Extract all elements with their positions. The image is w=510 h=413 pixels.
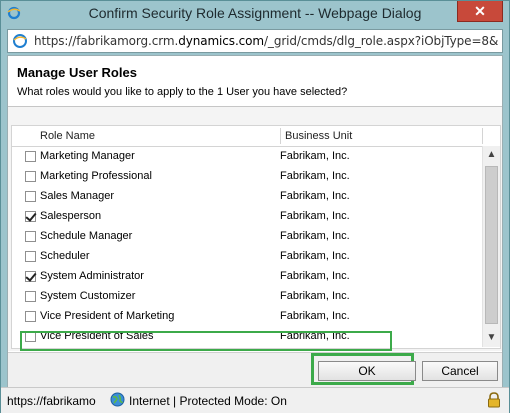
role-checkbox[interactable] — [25, 291, 36, 302]
role-name: Vice President of Marketing — [40, 310, 175, 322]
role-name: Salesperson — [40, 210, 102, 222]
role-checkbox[interactable] — [25, 231, 36, 242]
role-checkbox[interactable] — [25, 271, 36, 282]
dialog-subtitle: What roles would you like to apply to th… — [17, 86, 348, 98]
roles-grid: Role Name Business Unit Marketing Manage… — [11, 125, 501, 351]
highlight-box — [20, 331, 392, 351]
status-url: https://fabrikamo — [7, 394, 96, 408]
table-row[interactable]: Sales Manager Fabrikam, Inc. — [12, 187, 482, 207]
title-bar[interactable]: Confirm Security Role Assignment -- Webp… — [1, 1, 509, 27]
role-checkbox[interactable] — [25, 311, 36, 322]
scroll-thumb[interactable] — [485, 166, 498, 324]
table-row[interactable]: Marketing Manager Fabrikam, Inc. — [12, 147, 482, 167]
role-name: Marketing Manager — [40, 150, 135, 162]
column-divider — [280, 128, 281, 144]
dialog-body: Role Name Business Unit Marketing Manage… — [8, 107, 502, 351]
business-unit: Fabrikam, Inc. — [280, 170, 350, 182]
role-checkbox[interactable] — [25, 171, 36, 182]
business-unit: Fabrikam, Inc. — [280, 190, 350, 202]
address-prefix: https://fabrikamorg.crm. — [34, 34, 179, 48]
status-zone: Internet | Protected Mode: On — [129, 394, 287, 408]
vertical-scrollbar[interactable]: ▲ ▼ — [482, 146, 500, 347]
scroll-up-icon[interactable]: ▲ — [483, 146, 500, 164]
business-unit: Fabrikam, Inc. — [280, 270, 350, 282]
dialog-title: Manage User Roles — [17, 65, 137, 80]
page-icon — [13, 34, 27, 48]
role-checkbox[interactable] — [25, 191, 36, 202]
business-unit: Fabrikam, Inc. — [280, 230, 350, 242]
address-suffix: /_grid/cmds/dlg_role.aspx?iObjType=8&iTo… — [263, 34, 498, 48]
dialog-header: Manage User Roles What roles would you l… — [8, 56, 502, 107]
column-role-name[interactable]: Role Name — [40, 130, 95, 142]
role-name: Sales Manager — [40, 190, 114, 202]
cancel-button[interactable]: Cancel — [422, 361, 498, 381]
lock-icon — [488, 392, 500, 408]
address-bar[interactable]: https://fabrikamorg.crm.dynamics.com/_gr… — [7, 29, 503, 53]
role-checkbox[interactable] — [25, 151, 36, 162]
ok-button[interactable]: OK — [318, 361, 416, 381]
role-checkbox[interactable] — [25, 211, 36, 222]
role-name: Scheduler — [40, 250, 90, 262]
window-title: Confirm Security Role Assignment -- Webp… — [88, 5, 422, 21]
business-unit: Fabrikam, Inc. — [280, 290, 350, 302]
table-row[interactable]: System Customizer Fabrikam, Inc. — [12, 287, 482, 307]
column-business-unit[interactable]: Business Unit — [285, 130, 352, 142]
scroll-down-icon[interactable]: ▼ — [483, 329, 500, 347]
dialog-footer: OK Cancel — [8, 352, 502, 388]
column-divider — [482, 128, 483, 144]
address-url: https://fabrikamorg.crm.dynamics.com/_gr… — [34, 34, 498, 48]
close-button[interactable]: ✕ — [457, 1, 503, 22]
table-row[interactable]: Vice President of Marketing Fabrikam, Inc… — [12, 307, 482, 327]
globe-icon — [110, 392, 125, 407]
role-name: Schedule Manager — [40, 230, 133, 242]
role-name: Marketing Professional — [40, 170, 152, 182]
business-unit: Fabrikam, Inc. — [280, 310, 350, 322]
role-name: System Administrator — [40, 270, 144, 282]
role-checkbox[interactable] — [25, 251, 36, 262]
table-row[interactable]: Salesperson Fabrikam, Inc. — [12, 207, 482, 227]
business-unit: Fabrikam, Inc. — [280, 150, 350, 162]
dialog-content: Manage User Roles What roles would you l… — [7, 55, 503, 388]
role-name: System Customizer — [40, 290, 136, 302]
table-row[interactable]: Schedule Manager Fabrikam, Inc. — [12, 227, 482, 247]
status-bar: https://fabrikamo Internet | Protected M… — [1, 387, 509, 413]
table-row[interactable]: Marketing Professional Fabrikam, Inc. — [12, 167, 482, 187]
dialog-window: Confirm Security Role Assignment -- Webp… — [0, 0, 510, 413]
grid-rows: Marketing Manager Fabrikam, Inc. Marketing… — [12, 147, 482, 347]
business-unit: Fabrikam, Inc. — [280, 210, 350, 222]
address-domain: dynamics.com — [178, 34, 264, 48]
business-unit: Fabrikam, Inc. — [280, 250, 350, 262]
table-row[interactable]: System Administrator Fabrikam, Inc. — [12, 267, 482, 287]
grid-header: Role Name Business Unit — [12, 126, 500, 147]
table-row[interactable]: Scheduler Fabrikam, Inc. — [12, 247, 482, 267]
